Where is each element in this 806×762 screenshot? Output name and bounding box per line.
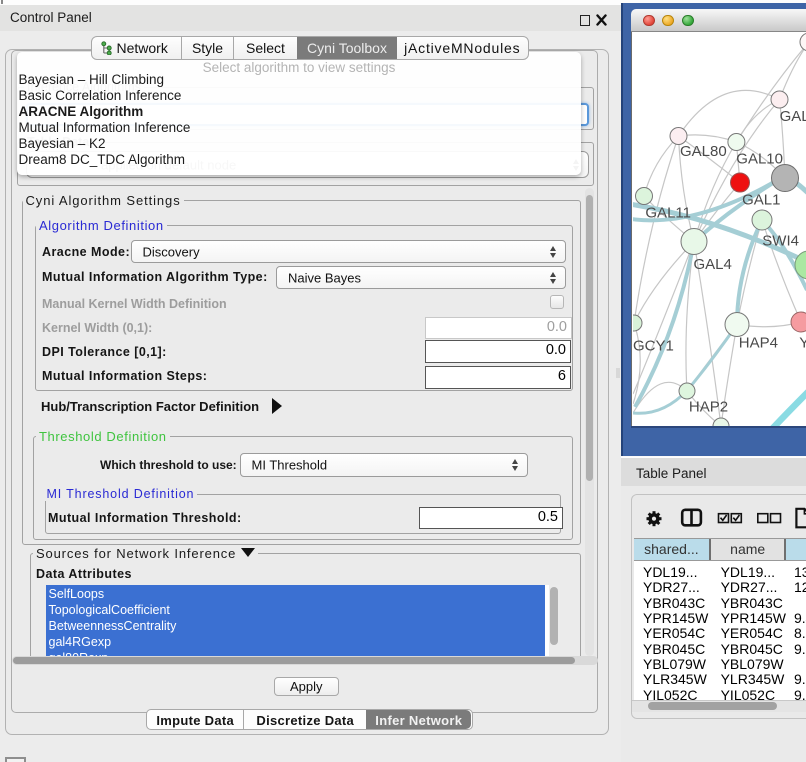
svg-text:GAL11: GAL11 xyxy=(645,204,691,221)
svg-text:GAL10: GAL10 xyxy=(736,150,783,167)
svg-text:HAP4: HAP4 xyxy=(739,334,778,351)
svg-text:GCY1: GCY1 xyxy=(633,337,674,354)
svg-text:GAL80: GAL80 xyxy=(680,143,727,160)
svg-text:YBR0: YBR0 xyxy=(799,334,806,351)
svg-text:SWI4: SWI4 xyxy=(762,232,799,249)
svg-text:HAP2: HAP2 xyxy=(689,398,728,415)
svg-text:GAL4: GAL4 xyxy=(694,255,732,272)
svg-text:GAL2: GAL2 xyxy=(780,108,806,125)
svg-text:GAL1: GAL1 xyxy=(742,191,780,208)
